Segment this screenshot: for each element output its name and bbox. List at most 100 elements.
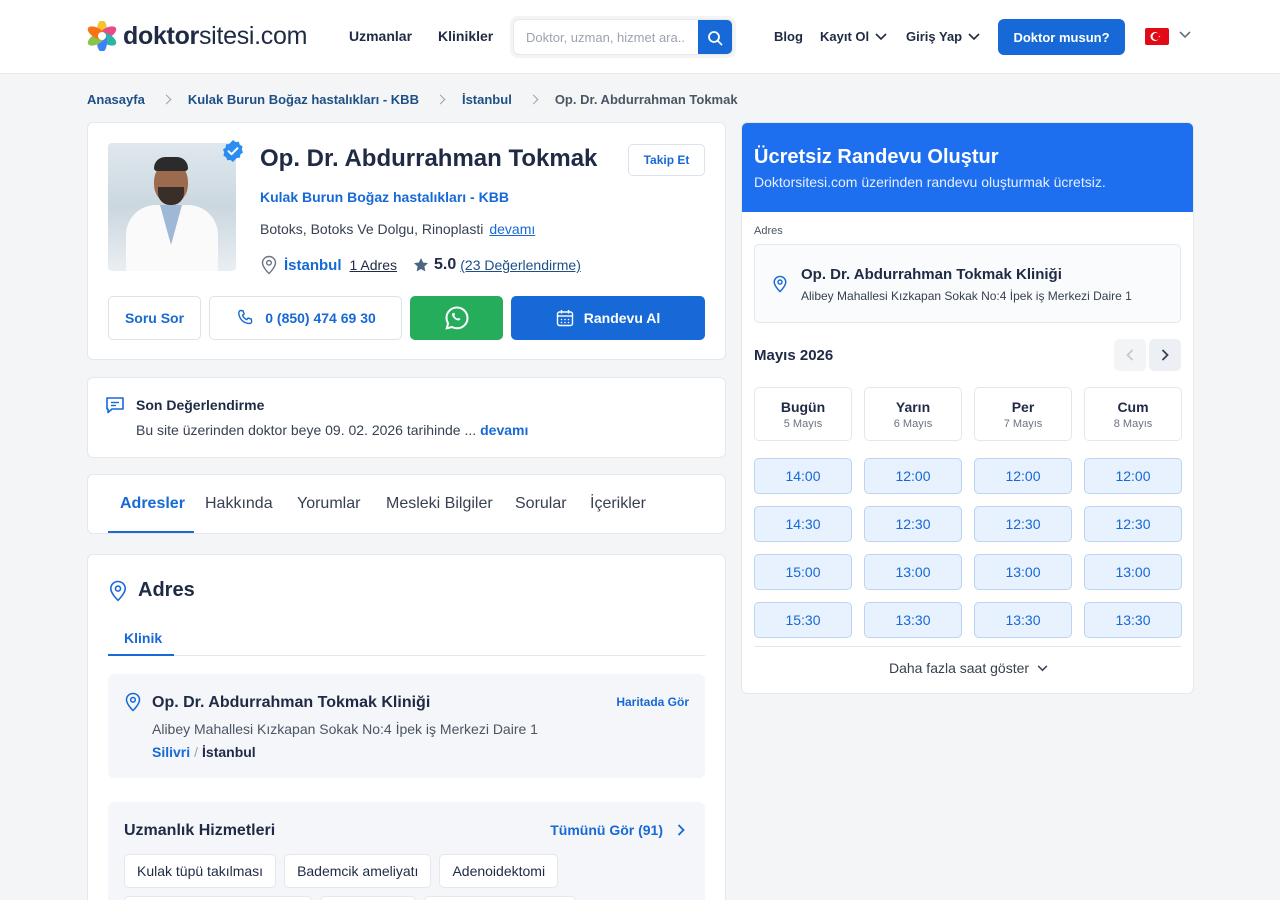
ask-question-button[interactable]: Soru Sor [108,296,201,340]
time-slot[interactable]: 15:00 [754,554,852,590]
breadcrumb-specialty[interactable]: Kulak Burun Boğaz hastalıkları - KBB [188,92,419,107]
login-dropdown[interactable]: Giriş Yap [906,29,980,44]
tab-hakkinda[interactable]: Hakkında [205,495,273,513]
doctor-city: İstanbul [284,256,342,274]
time-slot[interactable]: 15:30 [754,602,852,638]
turkey-flag-icon[interactable] [1145,28,1169,45]
location-pin-icon [125,692,141,712]
appointment-address-select[interactable]: Op. Dr. Abdurrahman Tokmak Kliniği Alibe… [754,244,1181,323]
time-slot[interactable]: 13:00 [1084,554,1182,590]
service-chips: Kulak tüpü takılması Bademcik ameliyatı … [124,854,694,900]
site-logo[interactable]: doktorsitesi.com [87,20,307,52]
tab-sorular[interactable]: Sorular [515,495,567,513]
time-slot[interactable]: 12:30 [1084,506,1182,542]
address-section: Adres Klinik Op. Dr. Abdurrahman Tokmak … [87,554,726,900]
rating-score: 5.0 [434,256,457,273]
time-slot[interactable]: 12:00 [864,458,962,494]
location-separator: / [194,744,199,760]
day-name: Yarın [895,399,931,415]
services-title: Uzmanlık Hizmetleri [124,822,276,839]
doctor-cta-button[interactable]: Doktor musun? [998,19,1125,55]
whatsapp-button[interactable] [410,296,503,340]
breadcrumb: Anasayfa Kulak Burun Boğaz hastalıkları … [87,92,738,107]
language-chevron-down-icon[interactable] [1179,31,1191,39]
view-on-map-link[interactable]: Haritada Gör [616,695,689,709]
time-slot[interactable]: 12:00 [974,458,1072,494]
star-icon [414,258,428,272]
tab-yorumlar[interactable]: Yorumlar [297,495,360,513]
day-column-header: Cum 8 Mayıs [1084,387,1182,441]
service-chip[interactable]: Adenoidektomi [439,854,559,888]
logo-flower-icon [87,20,117,52]
day-column-header: Yarın 6 Mayıs [864,387,962,441]
blog-link[interactable]: Blog [774,29,803,44]
district-link[interactable]: Silivri [152,744,190,760]
last-review-title: Son Değerlendirme [136,397,265,413]
location-pin-icon [109,580,127,601]
clinic-name: Op. Dr. Abdurrahman Tokmak Kliniği [152,694,431,711]
review-snippet: Bu site üzerinden doktor beye 09. 02. 20… [136,422,477,438]
time-slot[interactable]: 13:30 [974,602,1072,638]
appointment-subtitle: Doktorsitesi.com üzerinden randevu oluşt… [754,174,1106,190]
calendar-prev-button[interactable] [1114,339,1146,371]
divider [754,646,1181,647]
time-slot[interactable]: 12:30 [864,506,962,542]
service-chip[interactable] [320,896,416,900]
day-column-header: Bugün 5 Mayıs [754,387,852,441]
search-button[interactable] [698,20,732,54]
day-column-header: Per 7 Mayıs [974,387,1072,441]
appointment-header: Ücretsiz Randevu Oluştur Doktorsitesi.co… [742,123,1193,212]
tab-adresler[interactable]: Adresler [120,495,185,513]
time-slot[interactable]: 14:30 [754,506,852,542]
time-slot[interactable]: 13:30 [864,602,962,638]
service-chip[interactable] [124,896,312,900]
review-more-link[interactable]: devamı [480,422,528,438]
service-chip[interactable] [424,896,576,900]
follow-button[interactable]: Takip Et [628,144,705,176]
phone-icon [238,309,253,325]
divider [108,655,705,656]
see-all-label: Tümünü Gör (91) [550,822,663,838]
service-chip[interactable]: Bademcik ameliyatı [284,854,432,888]
see-all-services-link[interactable]: Tümünü Gör (91) [550,822,685,838]
register-dropdown[interactable]: Kayıt Ol [820,29,887,44]
last-review-card: Son Değerlendirme Bu site üzerinden dokt… [87,377,726,458]
subtab-klinik[interactable]: Klinik [124,630,162,646]
tags-more-link[interactable]: devamı [489,221,535,237]
tab-mesleki-bilgiler[interactable]: Mesleki Bilgiler [386,495,493,513]
time-slot[interactable]: 13:00 [974,554,1072,590]
breadcrumb-city[interactable]: İstanbul [462,92,512,107]
call-phone-button[interactable]: 0 (850) 474 69 30 [209,296,402,340]
time-slot[interactable]: 13:30 [1084,602,1182,638]
clinic-location: Silivri / İstanbul [152,744,256,760]
book-appointment-button[interactable]: Randevu Al [511,296,705,340]
show-more-hours-button[interactable]: Daha fazla saat göster [742,660,1193,676]
chat-bubble-icon [106,397,124,414]
service-chip[interactable]: Kulak tüpü takılması [124,854,277,888]
chevron-left-icon [1126,349,1134,361]
time-slot[interactable]: 12:30 [974,506,1072,542]
search-input[interactable] [514,20,698,54]
chevron-right-icon [435,94,446,105]
address-label: Adres [754,225,783,237]
address-count-link[interactable]: 1 Adres [350,257,397,273]
appointment-clinic-name: Op. Dr. Abdurrahman Tokmak Kliniği [801,266,1062,283]
doctor-photo [108,143,236,271]
tab-icerikler[interactable]: İçerikler [590,495,646,513]
doctor-meta: İstanbul 1 Adres 5.0 (23 Değerlendirme) [260,255,581,275]
clinic-address-box: Op. Dr. Abdurrahman Tokmak Kliniği Harit… [108,674,705,778]
nav-klinikler[interactable]: Klinikler [438,28,493,44]
nav-uzmanlar[interactable]: Uzmanlar [349,28,412,44]
time-slot[interactable]: 12:00 [1084,458,1182,494]
calendar-next-button[interactable] [1149,339,1181,371]
appointment-title: Ücretsiz Randevu Oluştur [754,146,999,168]
reviews-link[interactable]: (23 Değerlendirme) [460,257,581,273]
whatsapp-icon [444,306,469,330]
time-slot[interactable]: 14:00 [754,458,852,494]
appointment-label: Randevu Al [583,310,661,326]
doctor-specialty[interactable]: Kulak Burun Boğaz hastalıkları - KBB [260,189,509,205]
breadcrumb-home[interactable]: Anasayfa [87,92,145,107]
time-slot[interactable]: 13:00 [864,554,962,590]
location-pin-icon [773,275,787,293]
register-label: Kayıt Ol [820,29,870,44]
